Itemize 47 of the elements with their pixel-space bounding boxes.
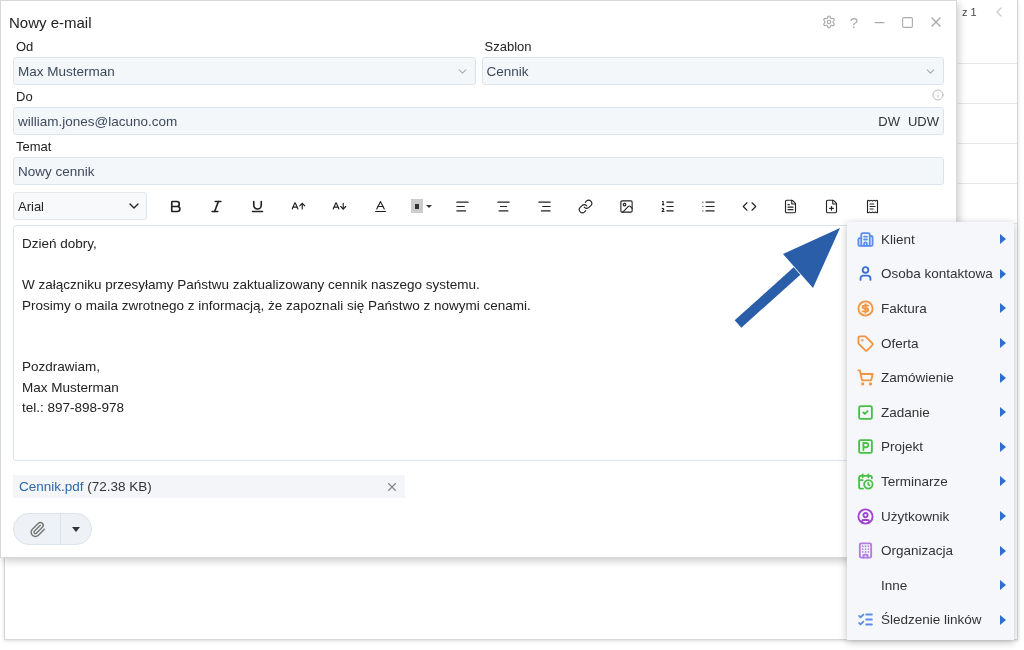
page-text: z 1 <box>962 6 977 18</box>
body-text-line: Pozdrawiam, <box>22 358 101 376</box>
body-text-line: W załączniku przesyłamy Państwu zaktualizowany cennik naszego systemu. <box>22 276 480 294</box>
window-title: Nowy e-mail <box>9 13 92 31</box>
font-select[interactable]: Arial <box>13 192 147 220</box>
subject-field[interactable]: Nowy cennik <box>13 157 944 185</box>
copy-link[interactable]: DW <box>878 113 900 129</box>
field-label: Szablon <box>484 39 533 54</box>
submenu-arrow-icon <box>1000 511 1006 522</box>
recipient-field[interactable]: william.jones@lacuno.com DW UDW <box>13 107 944 135</box>
menu-item[interactable]: Projekt <box>847 429 1014 465</box>
field-label: Od <box>16 39 35 54</box>
submenu-arrow-icon <box>1000 580 1006 591</box>
field-label: Temat <box>16 139 53 154</box>
paperclip-icon <box>28 520 46 538</box>
caret-icon <box>72 526 80 532</box>
menu-item[interactable]: Śledzenie linków <box>847 602 1014 638</box>
submenu-arrow-icon <box>1000 338 1006 349</box>
submenu-arrow-icon <box>1000 234 1006 245</box>
body-text-line: Prosimy o maila zwrotnego z informacją, że zapoznali się Państwo z nowymi cenami. <box>22 296 531 315</box>
submenu-arrow-icon <box>1000 545 1006 556</box>
body-text-line: Dzień dobry, <box>22 235 97 253</box>
copy-link[interactable]: UDW <box>907 113 939 129</box>
menu-item[interactable]: Zamówienie <box>847 360 1014 395</box>
submenu-arrow-icon <box>1000 268 1006 279</box>
body-text-line: Max Musterman <box>22 378 119 397</box>
menu-item[interactable]: Osoba kontaktowa <box>847 256 1014 292</box>
menu-item[interactable]: Inne <box>847 567 1014 603</box>
menu-item[interactable]: Użytkownik <box>847 498 1014 534</box>
sender-select[interactable]: Max Musterman <box>13 57 476 85</box>
submenu-arrow-icon <box>1000 407 1006 418</box>
attachment-link[interactable]: Cennik.pdf <box>19 479 84 494</box>
submenu-arrow-icon <box>1000 303 1006 314</box>
submenu-arrow-icon <box>1000 441 1006 452</box>
submenu-arrow-icon <box>1000 476 1006 487</box>
submenu-arrow-icon <box>1000 372 1006 383</box>
menu-item[interactable]: Faktura <box>847 291 1014 326</box>
attachment-size: (72.38 KB) <box>87 479 152 494</box>
menu-item[interactable]: Organizacja <box>847 533 1014 568</box>
menu-item[interactable]: Zadanie <box>847 394 1014 430</box>
body-text-line: tel.: 897-898-978 <box>22 399 125 417</box>
menu-item[interactable]: Klient <box>847 222 1014 257</box>
menu-item[interactable]: Terminarze <box>847 464 1014 499</box>
submenu-arrow-icon <box>1000 614 1006 625</box>
menu-item[interactable]: Oferta <box>847 325 1014 361</box>
template-select[interactable]: Cennik <box>481 57 944 85</box>
field-label: Do <box>16 89 33 104</box>
